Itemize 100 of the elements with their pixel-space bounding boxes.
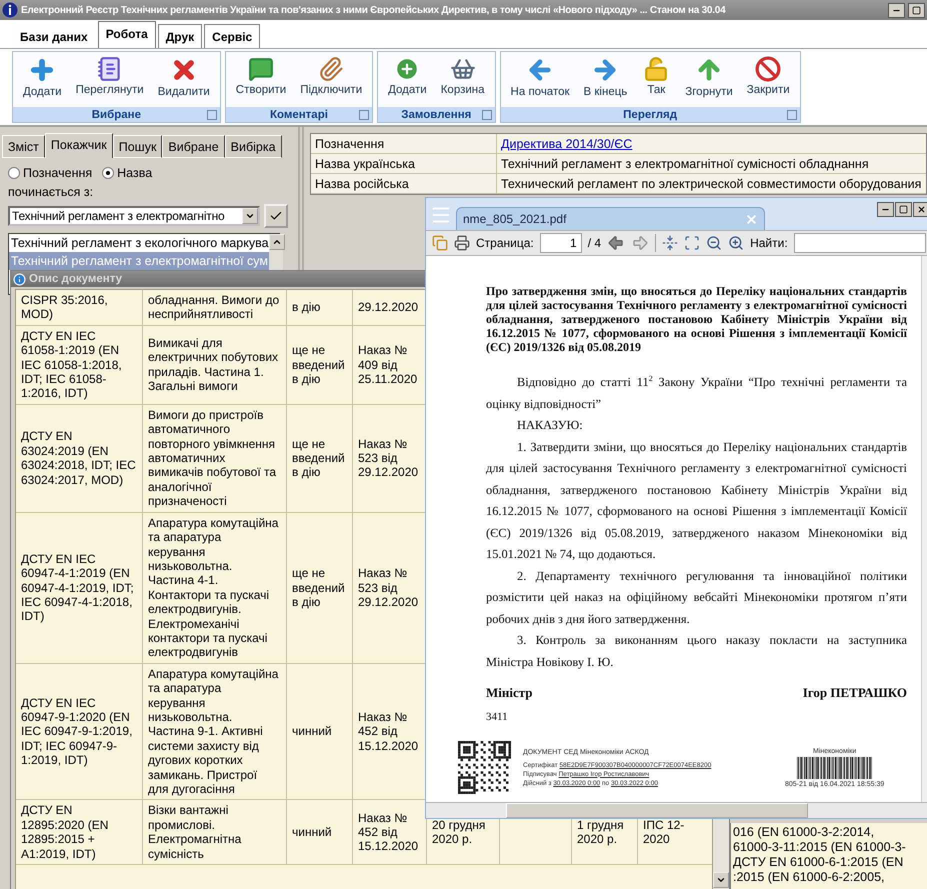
ribbon-button[interactable]: В кінець [578,54,634,100]
document-number: 3411 [486,711,509,724]
ribbon-button[interactable]: Переглянути [70,54,150,98]
window-title: Електронний Реєстр Технічних регламентів України та пов'язаних з ними Європейських Директив, в тому числі «Нового підходу» ... Станом на 30.04 [21,4,727,16]
group-label: Перегляд [623,108,678,120]
detail-text-line: 61000-3-11:2015 (EN 61000-3- [733,840,907,855]
page-count: / 4 [588,236,602,250]
window-title: Опис документу [29,273,122,285]
detail-text-line: 016 (EN 61000-3-2:2014, [733,825,876,840]
radio-label: Назва [117,166,152,180]
document-paragraph: 3. Контроль за виконанням цього наказу покласти на заступника Міністра Новікову І. Ю. [486,632,907,671]
ribbon-button[interactable]: Закрити [740,54,796,98]
table-cell: ДСТУ EN IEC 60947-4-1:2019 (EN 60947-4-1:2019, IDT; IEC 60947-4-1:2018, IDT) [16,512,143,664]
ribbon-button[interactable]: Згорнути [679,54,739,100]
side-tab[interactable]: Покажчик [44,133,113,158]
table-cell: Апаратура комутаційна та апаратура керування низьковольтна. Частина 4-1. Контактори та пускачі електродвигунів. Електромеханічі контактори та пускачі електродвигунів [143,512,287,664]
no-sign-icon [755,56,782,82]
ribbon-button[interactable]: Додати [382,54,433,98]
menu-tab[interactable]: Сервіс [204,24,260,48]
document-paragraph: Відповідно до статті 11$^{2}$ Закону України “Про технічні регламенти та оцінку відповідності” [486,373,907,413]
table-cell: ДСТУ EN IEC 61058-1:2019 (EN IEC 61058-1:2018, IDT; IEC 61058-1:2016, IDT) [16,326,143,405]
apply-button[interactable] [264,204,288,228]
ribbon-button[interactable]: Корзина [434,54,491,98]
launcher-icon[interactable] [482,110,492,120]
ribbon-button[interactable]: Додати [17,54,68,100]
radio-label: Позначення [23,166,92,180]
scroll-thumb[interactable] [506,803,808,818]
table-cell: Візки вантажні промислові. Електромагнітна сумісність [143,800,287,866]
radio-icon[interactable] [102,167,114,179]
table-cell: ДСТУ EN 12895:2020 (EN 12895:2015 + A1:2019, IDT) [16,800,143,866]
table-cell: Вимоги до пристроїв автоматичного повторного увімкнення автоматичних вимикачів побутової та аналогічної призначеності [143,404,287,513]
menu-tab[interactable]: Робота [98,21,156,48]
side-tab[interactable]: Вибірка [224,135,282,158]
zoom-in-icon[interactable] [728,235,744,251]
dropdown-button[interactable] [242,208,258,224]
menu-tab[interactable]: Друк [158,24,202,48]
zoom-out-icon[interactable] [706,235,722,251]
property-link[interactable]: Директива 2014/30/ЄС [497,134,926,154]
radio-icon[interactable] [8,167,20,179]
table-cell: обладнання. Вимоги до несприйнятливості [143,290,287,326]
qr-code-icon [458,741,511,794]
page-field[interactable]: 1 [540,233,582,253]
table-cell: чинний [287,800,353,866]
padlock-icon [643,56,670,82]
table-cell: ДСТУ EN IEC 60947-9-1:2020 (EN IEC 60947-9-1:2019, IDT; IEC 60947-9-1:2019, IDT) [16,664,143,800]
scroll-up-icon[interactable] [268,234,285,250]
property-label: Назва українська [311,154,497,174]
table-cell: Вимикачі для електричних побутових приладів. Частина 1. Загальні вимоги [143,326,287,405]
scroll-down-icon[interactable] [713,872,729,888]
document-paragraph: 2. Департаменту технічного регулювання та інноваційної політики розмістити цей наказ на офіційному вебсайті Мінекономіки протягом п’яти робочих днів з дня його затвердження. [486,568,907,628]
ribbon-button[interactable]: Так [635,54,678,98]
property-label: Позначення [311,134,497,154]
side-tab[interactable]: Зміст [2,135,45,158]
property-value: Технический регламент по электрической совместимости оборудования [497,174,926,194]
fit-width-icon[interactable] [662,235,678,251]
fit-page-icon[interactable] [684,235,700,251]
table-cell: ще не введений в дію [287,512,353,664]
launcher-icon[interactable] [359,110,370,120]
launcher-icon[interactable] [786,110,797,120]
signatory-name: Ігор ПЕТРАШКО [802,685,907,702]
signatory-position: Міністр [486,685,533,702]
caret-icon [245,211,255,221]
detail-text-line: :2015 (EN 61000-6-2:2005, [733,870,886,885]
side-tab[interactable]: Вибране [162,135,225,158]
minimize-icon[interactable] [877,202,894,217]
document-heading: Про затвердження змін, що вносяться до Переліку національних стандартів для цілей застосування Технічного регламенту з електромагнітної сумісності обладнання, затвердженого постановою Кабінету Міністрів України від 16.12.2015 № 1077, сформованого на основі Рішення з імплементації Комісії (ЄС) 2019/1326 від 05.08.2019 [486,284,907,354]
maximize-icon[interactable] [895,202,912,217]
table-cell: CISPR 35:2016, MOD) [16,290,143,326]
property-value: Технічний регламент з електромагнітної сумісності обладнання [497,154,926,174]
previous-page-icon[interactable] [607,234,626,252]
ribbon-button[interactable]: Підключити [294,54,368,98]
table-cell: ДСТУ EN 63024:2019 (EN 63024:2018, IDT; IEC 63024:2017, MOD) [16,404,143,513]
find-field[interactable] [794,233,926,253]
field-label: починається з: [8,185,94,199]
maximize-icon[interactable] [908,2,925,18]
print-icon[interactable] [454,235,470,251]
find-label: Найти: [750,236,788,250]
minimize-icon[interactable] [888,2,905,18]
group-label: Вибране [92,108,141,120]
ribbon-button[interactable]: Видалити [152,54,216,100]
barcode-icon [796,756,873,779]
launcher-icon[interactable] [206,110,217,120]
close-icon[interactable] [913,202,927,217]
search-combo[interactable]: Технічний регламент з електромагнітно [8,206,260,226]
table-cell: ще не введений в дію [287,404,353,513]
table-cell: чинний [287,664,353,800]
info-icon [13,272,26,286]
document-paragraph: 1. Затвердити зміни, що вносяться до Переліку національних стандартів для цілей застосування Технічного регламенту з електромагнітної сумісності обладнання, затвердженого постановою Кабінету Міністрів України від 16.12.2015 № 1077, сформованого на основі Рішення з імплементації Комісії (ЄС) 2019/1326 від 05.08.2019, затвердженого наказом Мінекономіки від 15.01.2021 № 74, що додаються. [486,438,907,564]
radio-option[interactable]: Позначення [8,166,92,180]
property-label: Назва російська [311,174,497,194]
ribbon-button[interactable]: Створити [230,54,292,98]
group-label: Коментарі [270,108,328,120]
table-cell: ще не введений в дію [287,326,353,405]
page-label: Страница: [476,236,534,250]
radio-option[interactable]: Назва [102,166,152,180]
ribbon-button[interactable]: На початок [504,54,576,100]
document-tab[interactable]: nme_805_2021.pdf [456,207,765,230]
paperclip-icon [318,56,344,82]
notepad-icon [96,56,123,82]
side-tab[interactable]: Пошук [112,135,162,158]
